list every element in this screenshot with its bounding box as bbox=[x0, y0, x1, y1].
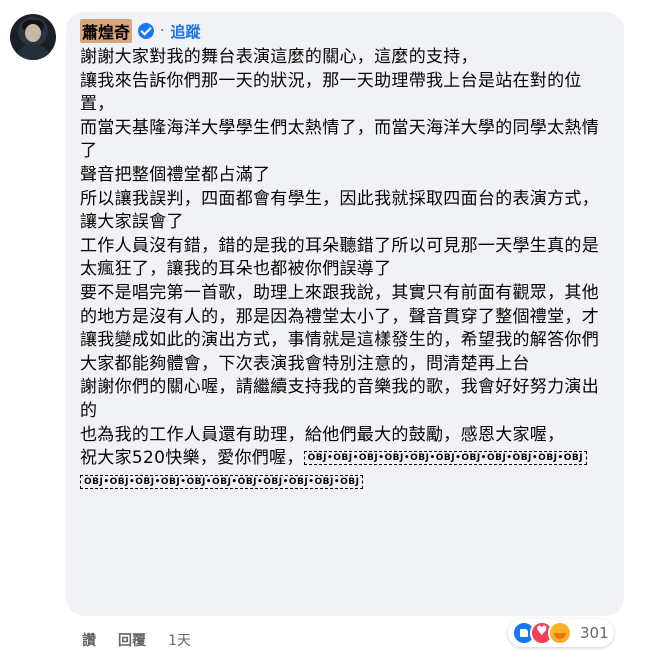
follow-link[interactable]: 追蹤 bbox=[170, 21, 200, 42]
comment-last-line: 祝大家520快樂，愛你們喔， OBJ•OBJ•OBJ•OBJ•OBJ•OBJ•OB… bbox=[80, 447, 610, 471]
author-avatar[interactable] bbox=[10, 14, 56, 60]
avatar-body bbox=[16, 44, 50, 60]
reaction-count: 301 bbox=[580, 624, 609, 642]
comment-line: 而當天基隆海洋大學學生們太熱情了，而當天海洋大學的同學太熱情了 bbox=[80, 117, 599, 162]
timestamp[interactable]: 1天 bbox=[168, 630, 191, 650]
comment-line: 工作人員沒有錯，錯的是我的耳朵聽錯了所以可見那一天學生真的是太瘋狂了，讓我的耳朵… bbox=[80, 235, 599, 280]
comment-header: 蕭煌奇 · 追蹤 bbox=[80, 19, 200, 43]
comment-line: 謝謝大家對我的舞台表演這麼的關心，這麼的支持， bbox=[80, 47, 478, 67]
obj-placeholder: OBJ•OBJ•OBJ•OBJ•OBJ•OBJ•OBJ•OBJ•OBJ•OBJ•… bbox=[303, 451, 588, 466]
comment-bubble: 蕭煌奇 · 追蹤 謝謝大家對我的舞台表演這麼的關心，這麼的支持， 讓我來告訴你們… bbox=[66, 12, 624, 616]
avatar-face bbox=[25, 24, 41, 42]
comment-actions: 讚 回覆 1天 bbox=[82, 630, 191, 650]
comment-line-text: 祝大家520快樂，愛你們喔， bbox=[80, 448, 304, 469]
obj-placeholder: OBJ•OBJ•OBJ•OBJ•OBJ•OBJ•OBJ•OBJ•OBJ•OBJ•… bbox=[80, 474, 364, 489]
comment-line: 聲音把整個禮堂都占滿了 bbox=[80, 164, 271, 185]
author-name[interactable]: 蕭煌奇 bbox=[80, 19, 133, 43]
comment-text: 謝謝大家對我的舞台表演這麼的關心，這麼的支持， 讓我來告訴你們那一天的狀況，那一… bbox=[80, 46, 610, 494]
reactions-summary[interactable]: 301 bbox=[508, 619, 614, 647]
care-reaction-icon bbox=[548, 621, 572, 645]
obj-placeholder-group: OBJ•OBJ•OBJ•OBJ•OBJ•OBJ•OBJ•OBJ•OBJ•OBJ•… bbox=[80, 472, 364, 492]
comment-line: 謝謝你們的關心喔，請繼續支持我的音樂我的歌，我會好好努力演出的 bbox=[80, 377, 599, 421]
comment-line: 所以讓我誤判，四面都會有學生，因此我就採取四面台的表演方式，讓大家誤會了 bbox=[80, 188, 599, 233]
reply-button[interactable]: 回覆 bbox=[118, 630, 146, 650]
comment-line: 讓我來告訴你們那一天的狀況，那一天助理帶我上台是站在對的位置， bbox=[80, 70, 582, 115]
separator-dot: · bbox=[160, 23, 165, 39]
comment-line: 要不是唱完第一首歌，助理上來跟我說，其實只有前面有觀眾，其他的地方是沒有人的，那… bbox=[80, 282, 599, 374]
like-button[interactable]: 讚 bbox=[82, 630, 96, 650]
comment-line: 也為我的工作人員還有助理，給他們最大的鼓勵，感恩大家喔， bbox=[80, 424, 565, 445]
verified-badge-icon bbox=[138, 23, 155, 39]
obj-placeholder-row: OBJ•OBJ•OBJ•OBJ•OBJ•OBJ•OBJ•OBJ•OBJ•OBJ•… bbox=[80, 471, 610, 495]
obj-placeholder-group: OBJ•OBJ•OBJ•OBJ•OBJ•OBJ•OBJ•OBJ•OBJ•OBJ•… bbox=[303, 448, 588, 468]
